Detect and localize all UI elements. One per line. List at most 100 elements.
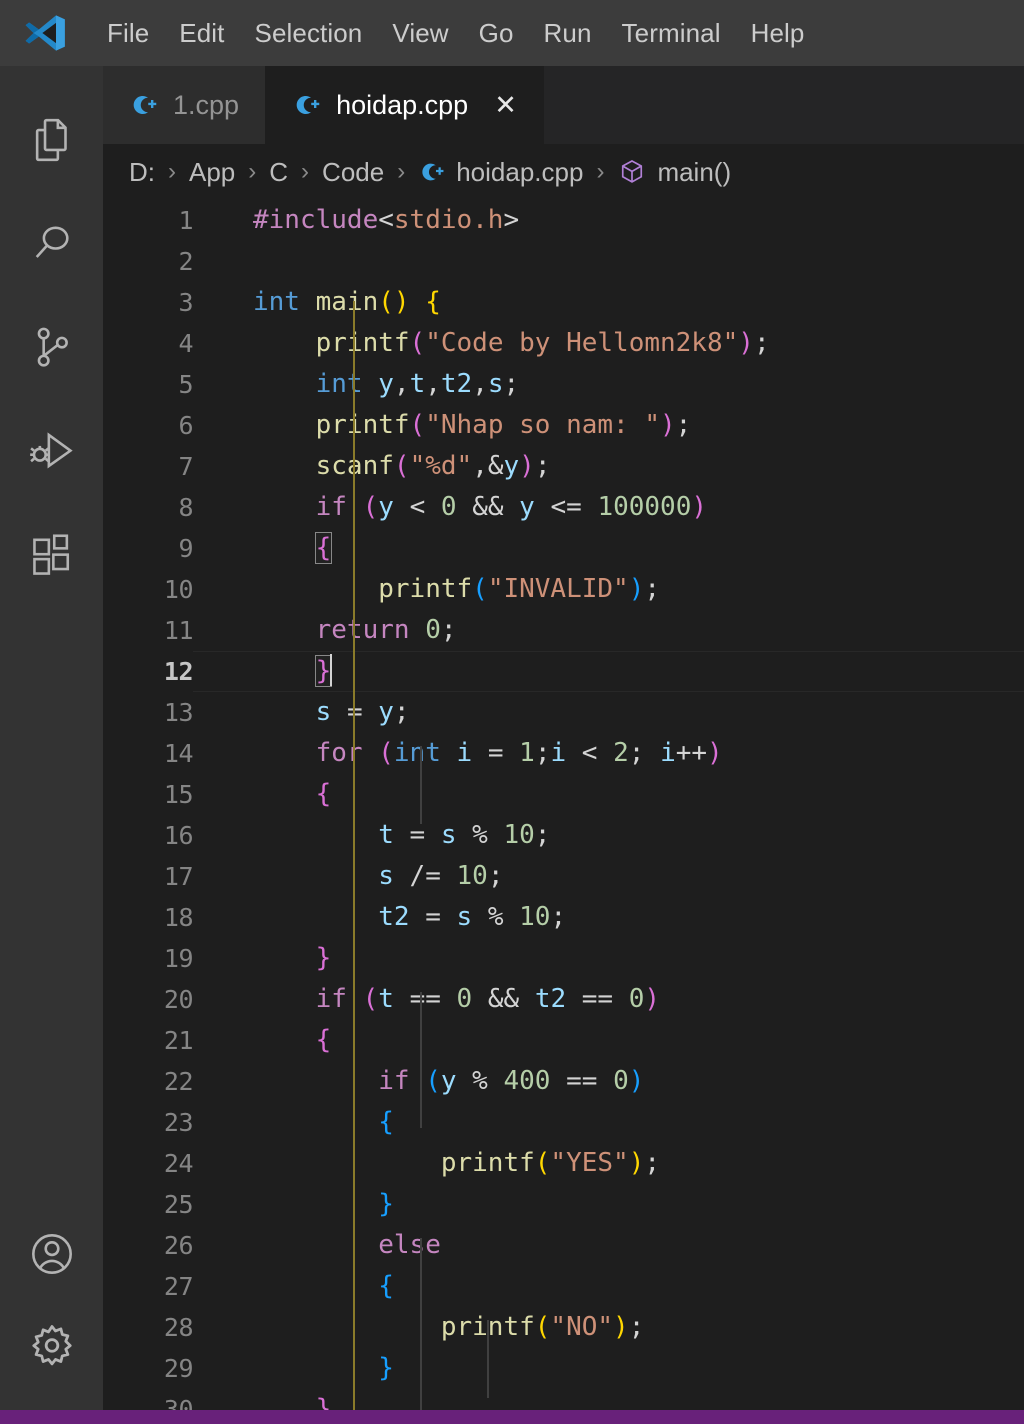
line-content: #include<stdio.h> xyxy=(253,205,520,235)
activity-bar xyxy=(0,66,103,1410)
editor-line[interactable]: 19 } xyxy=(103,938,1024,979)
workbench-body: 1.cpp hoidap.cpp ✕ D: › App › C › Code ›… xyxy=(0,66,1024,1410)
line-number: 5 xyxy=(178,370,193,399)
editor-line[interactable]: 9 { xyxy=(103,528,1024,569)
menu-item-terminal[interactable]: Terminal xyxy=(607,14,736,52)
editor-line[interactable]: 13 s = y; xyxy=(103,692,1024,733)
sidebar-item-search[interactable] xyxy=(0,192,103,296)
tab-label: 1.cpp xyxy=(173,89,240,120)
status-bar[interactable] xyxy=(0,1410,1024,1424)
line-number: 22 xyxy=(163,1067,194,1096)
breadcrumb-item-file[interactable]: hoidap.cpp xyxy=(456,157,583,188)
search-icon xyxy=(35,226,69,258)
editor-line[interactable]: 4 printf("Code by Hellomn2k8"); xyxy=(103,323,1024,364)
editor-line[interactable]: 11 return 0; xyxy=(103,610,1024,651)
tab-bar-empty-area xyxy=(543,66,1024,144)
editor-line[interactable]: 10 printf("INVALID"); xyxy=(103,569,1024,610)
line-content: if (t == 0 && t2 == 0) xyxy=(315,984,661,1014)
menu-item-file[interactable]: File xyxy=(92,14,164,52)
editor-line[interactable]: 22 if (y % 400 == 0) xyxy=(103,1061,1024,1102)
line-content: t2 = s % 10; xyxy=(378,902,567,932)
line-number: 21 xyxy=(163,1026,194,1055)
gear-icon xyxy=(31,1325,72,1366)
editor-line[interactable]: 30 } xyxy=(103,1389,1024,1410)
editor-line[interactable]: 8 if (y < 0 && y <= 100000) xyxy=(103,487,1024,528)
menu-item-run[interactable]: Run xyxy=(529,14,607,52)
menu-item-selection[interactable]: Selection xyxy=(240,14,378,52)
line-content: s = y; xyxy=(315,697,410,727)
line-number: 24 xyxy=(163,1149,194,1178)
line-number: 6 xyxy=(178,411,193,440)
editor-line[interactable]: 15 { xyxy=(103,774,1024,815)
breadcrumb-item-symbol[interactable]: main() xyxy=(657,157,731,188)
editor-line[interactable]: 6 printf("Nhap so nam: "); xyxy=(103,405,1024,446)
editor-line[interactable]: 14 for (int i = 1;i < 2; i++) xyxy=(103,733,1024,774)
sidebar-item-accounts[interactable] xyxy=(0,1202,103,1306)
line-number: 19 xyxy=(163,944,194,973)
editor-line[interactable]: 1 #include<stdio.h> xyxy=(103,200,1024,241)
editor-line[interactable]: 20 if (t == 0 && t2 == 0) xyxy=(103,979,1024,1020)
editor-line[interactable]: 26 else xyxy=(103,1225,1024,1266)
breadcrumb-item-drive[interactable]: D: xyxy=(129,157,155,188)
editor-line[interactable]: 3 int main() { xyxy=(103,282,1024,323)
sidebar-item-run-and-debug[interactable] xyxy=(0,400,103,504)
files-icon xyxy=(35,118,67,162)
line-content: for (int i = 1;i < 2; i++) xyxy=(315,738,723,768)
line-number: 30 xyxy=(163,1395,194,1410)
cpp-file-icon xyxy=(296,96,320,114)
line-number: 3 xyxy=(178,288,193,317)
vscode-logo-icon xyxy=(25,15,65,51)
editor-line[interactable]: 21 { xyxy=(103,1020,1024,1061)
line-content: { xyxy=(315,1025,332,1055)
editor-line[interactable]: 5 int y,t,t2,s; xyxy=(103,364,1024,405)
editor-line[interactable]: 17 s /= 10; xyxy=(103,856,1024,897)
line-content: if (y % 400 == 0) xyxy=(378,1066,645,1096)
editor-line[interactable]: 16 t = s % 10; xyxy=(103,815,1024,856)
line-content: printf("NO"); xyxy=(440,1312,645,1342)
breadcrumb-item-c[interactable]: C xyxy=(269,157,288,188)
sidebar-item-explorer[interactable] xyxy=(0,88,103,192)
line-content: { xyxy=(378,1271,394,1301)
editor-line[interactable]: 25 } xyxy=(103,1184,1024,1225)
editor-line[interactable]: 24 printf("YES"); xyxy=(103,1143,1024,1184)
menu-bar: File Edit Selection View Go Run Terminal… xyxy=(0,0,1024,66)
editor-line[interactable]: 2 xyxy=(103,241,1024,282)
editor-line[interactable]: 27 { xyxy=(103,1266,1024,1307)
sidebar-item-source-control[interactable] xyxy=(0,296,103,400)
tab-1-cpp[interactable]: 1.cpp xyxy=(103,66,267,144)
breadcrumb-separator-icon: › xyxy=(168,158,176,185)
line-content: } xyxy=(378,1189,394,1219)
breadcrumb-item-code[interactable]: Code xyxy=(322,157,384,188)
sidebar-item-settings[interactable] xyxy=(0,1306,103,1410)
line-content: { xyxy=(315,779,332,809)
line-content: printf("YES"); xyxy=(440,1148,661,1178)
line-content: } xyxy=(315,1394,332,1410)
line-content: { xyxy=(193,528,1024,569)
line-content: else xyxy=(378,1230,441,1260)
menu-item-edit[interactable]: Edit xyxy=(164,14,239,52)
line-content: } xyxy=(193,651,1024,692)
close-icon[interactable]: ✕ xyxy=(494,91,517,119)
line-content: } xyxy=(315,943,332,973)
breadcrumb-separator-icon: › xyxy=(397,158,406,185)
line-number: 14 xyxy=(163,739,194,768)
tab-hoidap-cpp[interactable]: hoidap.cpp ✕ xyxy=(266,66,544,144)
breadcrumb-separator-icon: › xyxy=(596,158,605,185)
menu-item-view[interactable]: View xyxy=(377,14,463,52)
code-editor[interactable]: 1 #include<stdio.h> 2 3 int main() {4 p… xyxy=(103,200,1024,1410)
editor-line[interactable]: 29 } xyxy=(103,1348,1024,1389)
line-content: scanf("%d",&y); xyxy=(315,451,551,481)
sidebar-item-extensions[interactable] xyxy=(0,504,103,608)
editor-line[interactable]: 7 scanf("%d",&y); xyxy=(103,446,1024,487)
editor-line[interactable]: 23 { xyxy=(103,1102,1024,1143)
menu-item-help[interactable]: Help xyxy=(736,14,820,52)
line-content: { xyxy=(378,1107,394,1137)
menu-item-go[interactable]: Go xyxy=(464,14,529,52)
line-content: return 0; xyxy=(315,615,457,645)
editor-line[interactable]: 18 t2 = s % 10; xyxy=(103,897,1024,938)
breadcrumb-item-app[interactable]: App xyxy=(189,157,235,188)
editor-line[interactable]: 28 printf("NO"); xyxy=(103,1307,1024,1348)
cpp-file-icon xyxy=(418,158,446,186)
symbol-method-icon xyxy=(617,157,647,187)
editor-line-current[interactable]: 12 } xyxy=(103,651,1024,692)
